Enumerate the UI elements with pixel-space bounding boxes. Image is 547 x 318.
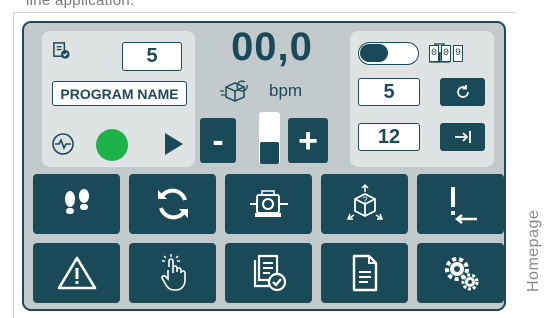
speed-value: 00,0 xyxy=(231,25,313,69)
tile-footsteps[interactable] xyxy=(33,174,120,234)
running-status-indicator xyxy=(96,129,128,161)
footsteps-icon xyxy=(60,187,94,221)
program-list-icon xyxy=(52,41,71,60)
play-button[interactable] xyxy=(164,132,184,156)
refresh-cycle-icon xyxy=(154,185,192,223)
right-value-2-field[interactable]: 12 xyxy=(358,123,420,151)
gears-icon xyxy=(440,252,482,294)
program-number-field[interactable]: 5 xyxy=(122,42,182,71)
speed-slider[interactable] xyxy=(259,112,280,164)
page-caption: line application. xyxy=(26,0,135,9)
tile-motor[interactable] xyxy=(225,174,312,234)
refresh-icon xyxy=(454,83,472,101)
goto-end-button[interactable] xyxy=(440,123,485,151)
reset-button[interactable] xyxy=(440,78,485,106)
document-check-icon xyxy=(250,253,288,293)
tile-manual[interactable] xyxy=(129,243,216,303)
speed-slider-thumb[interactable] xyxy=(260,142,279,164)
frame-top-line xyxy=(13,12,517,13)
box-speed-icon xyxy=(220,79,252,103)
box-question-icon: ? xyxy=(345,183,385,225)
arrow-to-end-icon xyxy=(453,130,473,144)
tile-settings[interactable] xyxy=(417,243,504,303)
svg-text:?: ? xyxy=(362,195,367,205)
tile-document[interactable] xyxy=(321,243,408,303)
minus-label: - xyxy=(212,121,224,160)
tile-cycle[interactable] xyxy=(129,174,216,234)
box-counter: 0 0 9 xyxy=(429,45,463,62)
motor-icon xyxy=(246,187,292,221)
tile-alarms[interactable] xyxy=(33,243,120,303)
program-name-field[interactable]: PROGRAM NAME xyxy=(52,81,187,106)
side-label: Homepage xyxy=(525,209,542,292)
speed-unit: bpm xyxy=(269,81,303,100)
program-panel: 5 PROGRAM NAME xyxy=(42,31,195,167)
plus-label: + xyxy=(298,121,318,160)
tile-box-size[interactable]: ? xyxy=(321,174,408,234)
counter-digit: 9 xyxy=(453,45,463,62)
counter-panel: 5 12 xyxy=(350,31,494,167)
warning-triangle-icon xyxy=(57,255,97,291)
plus-button[interactable]: + xyxy=(288,118,328,163)
hmi-screen: 5 PROGRAM NAME 00,0 bpm - + 5 12 0 0 9 ? xyxy=(22,21,506,311)
minus-button[interactable]: - xyxy=(200,118,236,163)
right-value-1-field[interactable]: 5 xyxy=(358,78,420,106)
counter-digit: 0 xyxy=(441,45,451,62)
tile-recipes[interactable] xyxy=(225,243,312,303)
jog-end-icon xyxy=(440,183,482,225)
frame-left-line xyxy=(13,12,14,318)
counter-digit: 0 xyxy=(429,45,439,62)
tile-jog-end[interactable] xyxy=(417,174,504,234)
touch-hand-icon xyxy=(156,253,190,293)
document-icon xyxy=(350,254,380,292)
heartbeat-icon xyxy=(51,132,75,156)
mode-toggle[interactable] xyxy=(358,42,419,65)
mode-toggle-knob xyxy=(360,44,388,62)
